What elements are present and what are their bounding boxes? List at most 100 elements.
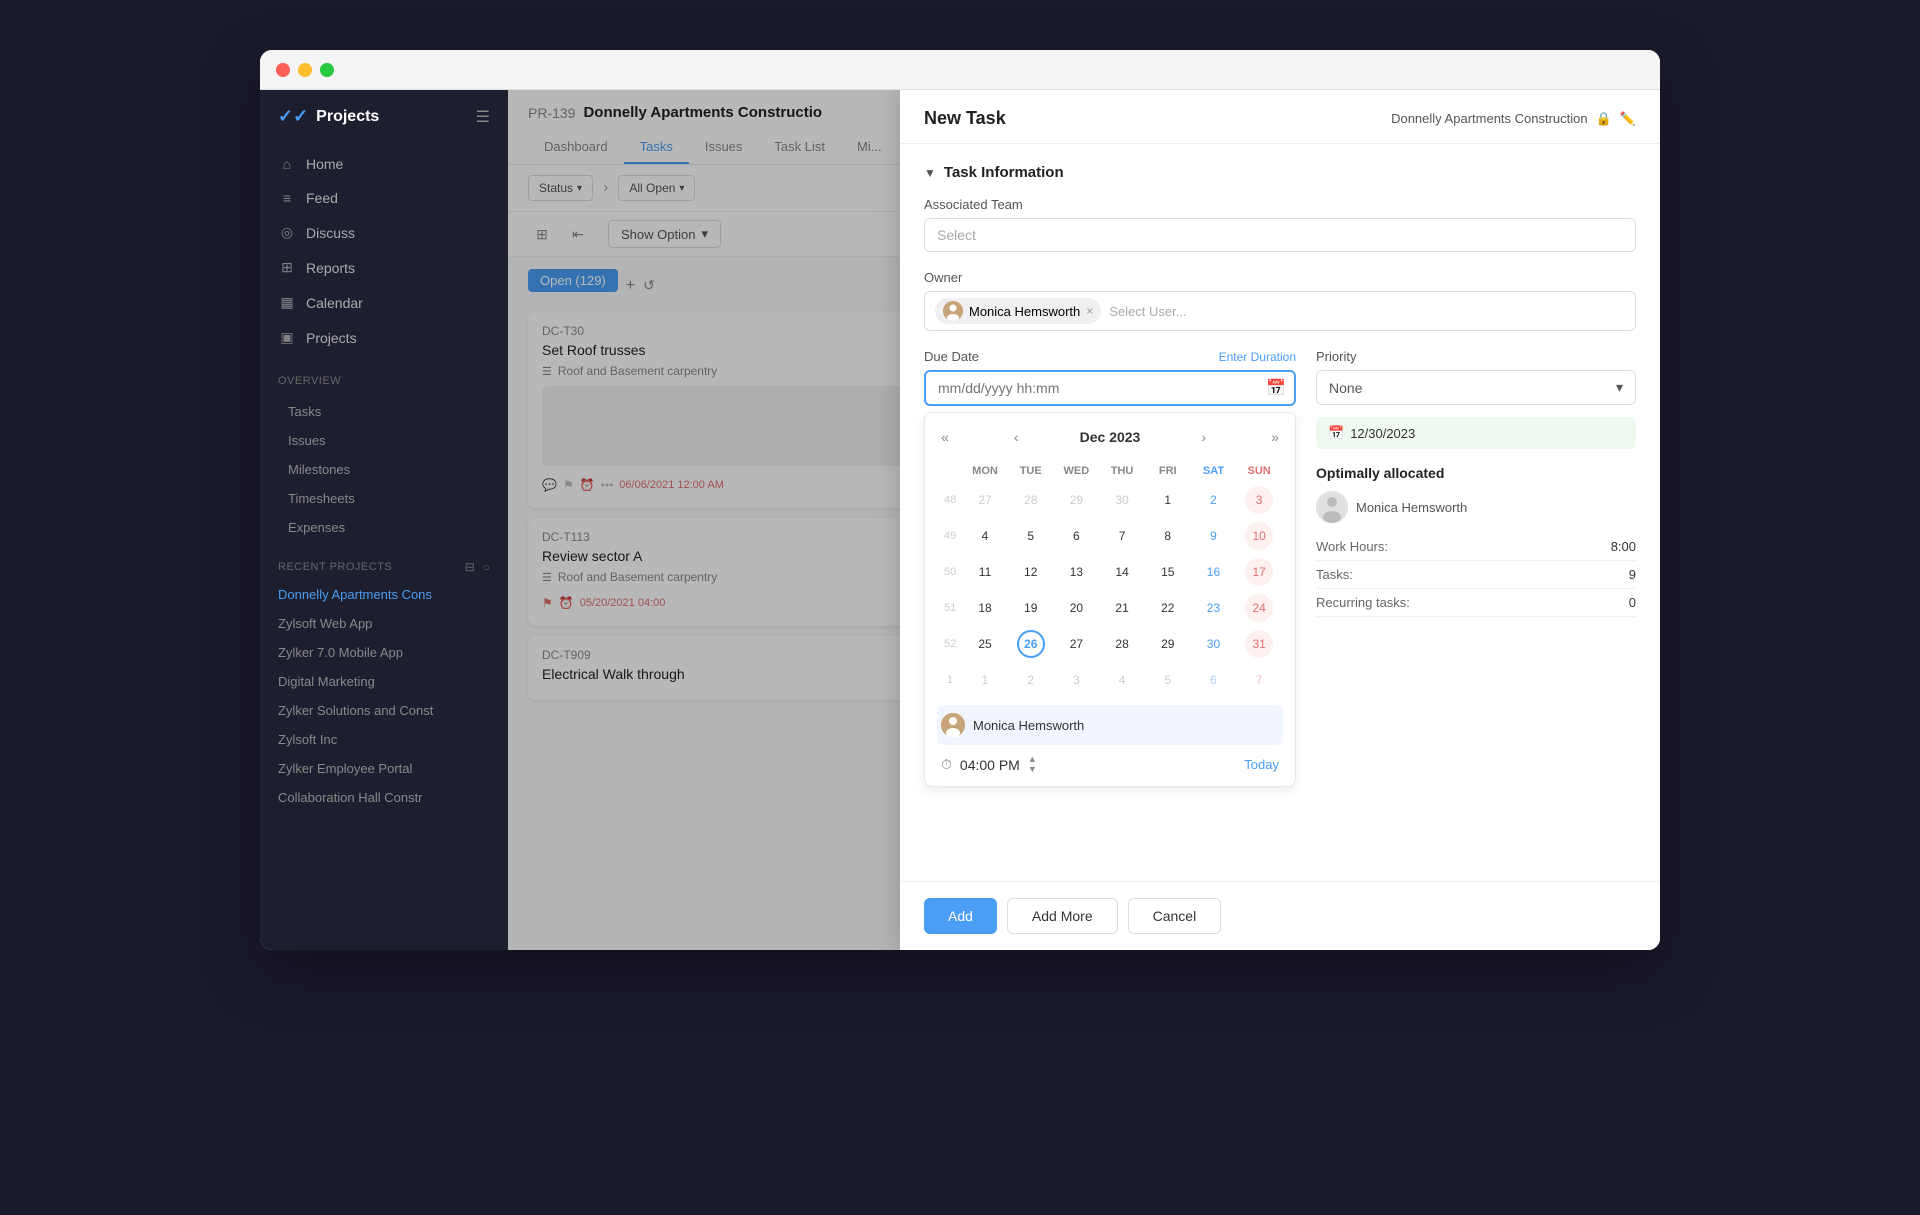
calendar-picker-icon[interactable]: 📅: [1266, 378, 1286, 398]
cal-next-month-btn[interactable]: ›: [1197, 425, 1210, 449]
calendar-day[interactable]: 7: [1100, 519, 1144, 553]
associated-team-group: Associated Team Select: [924, 197, 1636, 252]
calendar-day[interactable]: 30: [1192, 627, 1236, 661]
cal-month-label: Dec 2023: [1080, 429, 1141, 445]
calendar-day[interactable]: 22: [1146, 591, 1190, 625]
title-bar: [260, 50, 1660, 90]
cal-prev-year-btn[interactable]: «: [937, 425, 953, 449]
sidebar-item-projects[interactable]: ▣ Projects: [260, 320, 508, 355]
edit-icon[interactable]: ✏️: [1620, 111, 1636, 127]
optimal-user-row: Monica Hemsworth: [1316, 491, 1636, 523]
section-toggle[interactable]: ▼ Task Information: [924, 164, 1636, 181]
week-number: 50: [939, 555, 961, 589]
calendar-day[interactable]: 19: [1009, 591, 1053, 625]
calendar-day[interactable]: 14: [1100, 555, 1144, 589]
calendar-day[interactable]: 9: [1192, 519, 1236, 553]
today-btn[interactable]: Today: [1244, 757, 1279, 772]
add-button[interactable]: Add: [924, 898, 997, 934]
recurring-value: 0: [1629, 595, 1636, 610]
calendar-day[interactable]: 12: [1009, 555, 1053, 589]
calendar-day[interactable]: 25: [963, 627, 1007, 661]
menu-icon[interactable]: ☰: [476, 107, 490, 127]
calendar-day[interactable]: 20: [1055, 591, 1099, 625]
due-date-col: Due Date Enter Duration 📅: [924, 349, 1296, 787]
calendar-day[interactable]: 23: [1192, 591, 1236, 625]
cal-prev-month-btn[interactable]: ‹: [1010, 425, 1023, 449]
calendar-day[interactable]: 2: [1192, 483, 1236, 517]
project-item-collaboration-hall[interactable]: Collaboration Hall Constr: [260, 783, 508, 812]
enter-duration-link[interactable]: Enter Duration: [1219, 350, 1296, 364]
sub-nav-timesheets[interactable]: Timesheets: [260, 484, 508, 513]
calendar-day[interactable]: 1: [963, 663, 1007, 697]
add-more-button[interactable]: Add More: [1007, 898, 1118, 934]
associated-team-select[interactable]: Select: [924, 218, 1636, 252]
calendar-day[interactable]: 5: [1146, 663, 1190, 697]
project-item-zylker-mobile[interactable]: Zylker 7.0 Mobile App: [260, 638, 508, 667]
calendar-day[interactable]: 28: [1009, 483, 1053, 517]
calendar-day[interactable]: 31: [1237, 627, 1281, 661]
calendar-day[interactable]: 7: [1237, 663, 1281, 697]
calendar-day[interactable]: 3: [1055, 663, 1099, 697]
owner-field[interactable]: Monica Hemsworth × Select User...: [924, 291, 1636, 331]
sidebar-item-discuss[interactable]: ◎ Discuss: [260, 215, 508, 250]
sub-nav-milestones[interactable]: Milestones: [260, 455, 508, 484]
thu-header: THU: [1100, 461, 1144, 481]
sat-header: SAT: [1192, 461, 1236, 481]
sub-nav-issues[interactable]: Issues: [260, 426, 508, 455]
calendar-day[interactable]: 24: [1237, 591, 1281, 625]
calendar-day[interactable]: 2: [1009, 663, 1053, 697]
calendar-day[interactable]: 6: [1192, 663, 1236, 697]
close-btn[interactable]: [276, 63, 290, 77]
date-input[interactable]: [924, 370, 1296, 406]
sub-nav-tasks[interactable]: Tasks: [260, 397, 508, 426]
calendar-day[interactable]: 5: [1009, 519, 1053, 553]
sub-nav-expenses[interactable]: Expenses: [260, 513, 508, 542]
sidebar-item-reports[interactable]: ⊞ Reports: [260, 250, 508, 285]
calendar-day[interactable]: 18: [963, 591, 1007, 625]
calendar-day[interactable]: 29: [1146, 627, 1190, 661]
sidebar-item-calendar[interactable]: ▦ Calendar: [260, 285, 508, 320]
priority-select[interactable]: None ▾: [1316, 370, 1636, 405]
calendar-day[interactable]: 29: [1055, 483, 1099, 517]
project-item-zylker-solutions[interactable]: Zylker Solutions and Const: [260, 696, 508, 725]
calendar-day[interactable]: 10: [1237, 519, 1281, 553]
calendar-day[interactable]: 1: [1146, 483, 1190, 517]
calendar-day[interactable]: 11: [963, 555, 1007, 589]
calendar-day[interactable]: 21: [1100, 591, 1144, 625]
overview-section-label: Overview: [260, 359, 508, 393]
lock-icon: 🔒: [1596, 111, 1612, 127]
search-icon[interactable]: ○: [483, 560, 490, 574]
calendar-day[interactable]: 30: [1100, 483, 1144, 517]
project-item-zylsoft-web[interactable]: Zylsoft Web App: [260, 609, 508, 638]
sidebar-item-feed[interactable]: ≡ Feed: [260, 181, 508, 215]
minimize-btn[interactable]: [298, 63, 312, 77]
calendar-day[interactable]: 28: [1100, 627, 1144, 661]
calendar-day[interactable]: 26: [1009, 627, 1053, 661]
calendar-day[interactable]: 27: [963, 483, 1007, 517]
calendar-day[interactable]: 3: [1237, 483, 1281, 517]
calendar-day[interactable]: 4: [1100, 663, 1144, 697]
cancel-button[interactable]: Cancel: [1128, 898, 1222, 934]
time-up-btn[interactable]: ▲: [1028, 755, 1037, 764]
calendar-day[interactable]: 15: [1146, 555, 1190, 589]
time-down-btn[interactable]: ▼: [1028, 765, 1037, 774]
sidebar-item-home[interactable]: ⌂ Home: [260, 147, 508, 181]
calendar-day[interactable]: 8: [1146, 519, 1190, 553]
reorder-icon[interactable]: ⊟: [465, 560, 475, 574]
project-item-digital-marketing[interactable]: Digital Marketing: [260, 667, 508, 696]
project-item-zylsoft-inc[interactable]: Zylsoft Inc: [260, 725, 508, 754]
cal-next-year-btn[interactable]: »: [1267, 425, 1283, 449]
calendar-day[interactable]: 27: [1055, 627, 1099, 661]
reports-icon: ⊞: [278, 259, 296, 276]
calendar-day[interactable]: 17: [1237, 555, 1281, 589]
calendar-day[interactable]: 16: [1192, 555, 1236, 589]
due-date-label: Due Date: [924, 349, 979, 364]
calendar-day[interactable]: 6: [1055, 519, 1099, 553]
project-item-donnelly[interactable]: Donnelly Apartments Cons: [260, 580, 508, 609]
calendar-day[interactable]: 13: [1055, 555, 1099, 589]
calendar-day[interactable]: 4: [963, 519, 1007, 553]
maximize-btn[interactable]: [320, 63, 334, 77]
project-item-zylker-employee[interactable]: Zylker Employee Portal: [260, 754, 508, 783]
owner-remove-btn[interactable]: ×: [1086, 304, 1093, 318]
owner-label: Owner: [924, 270, 1636, 285]
